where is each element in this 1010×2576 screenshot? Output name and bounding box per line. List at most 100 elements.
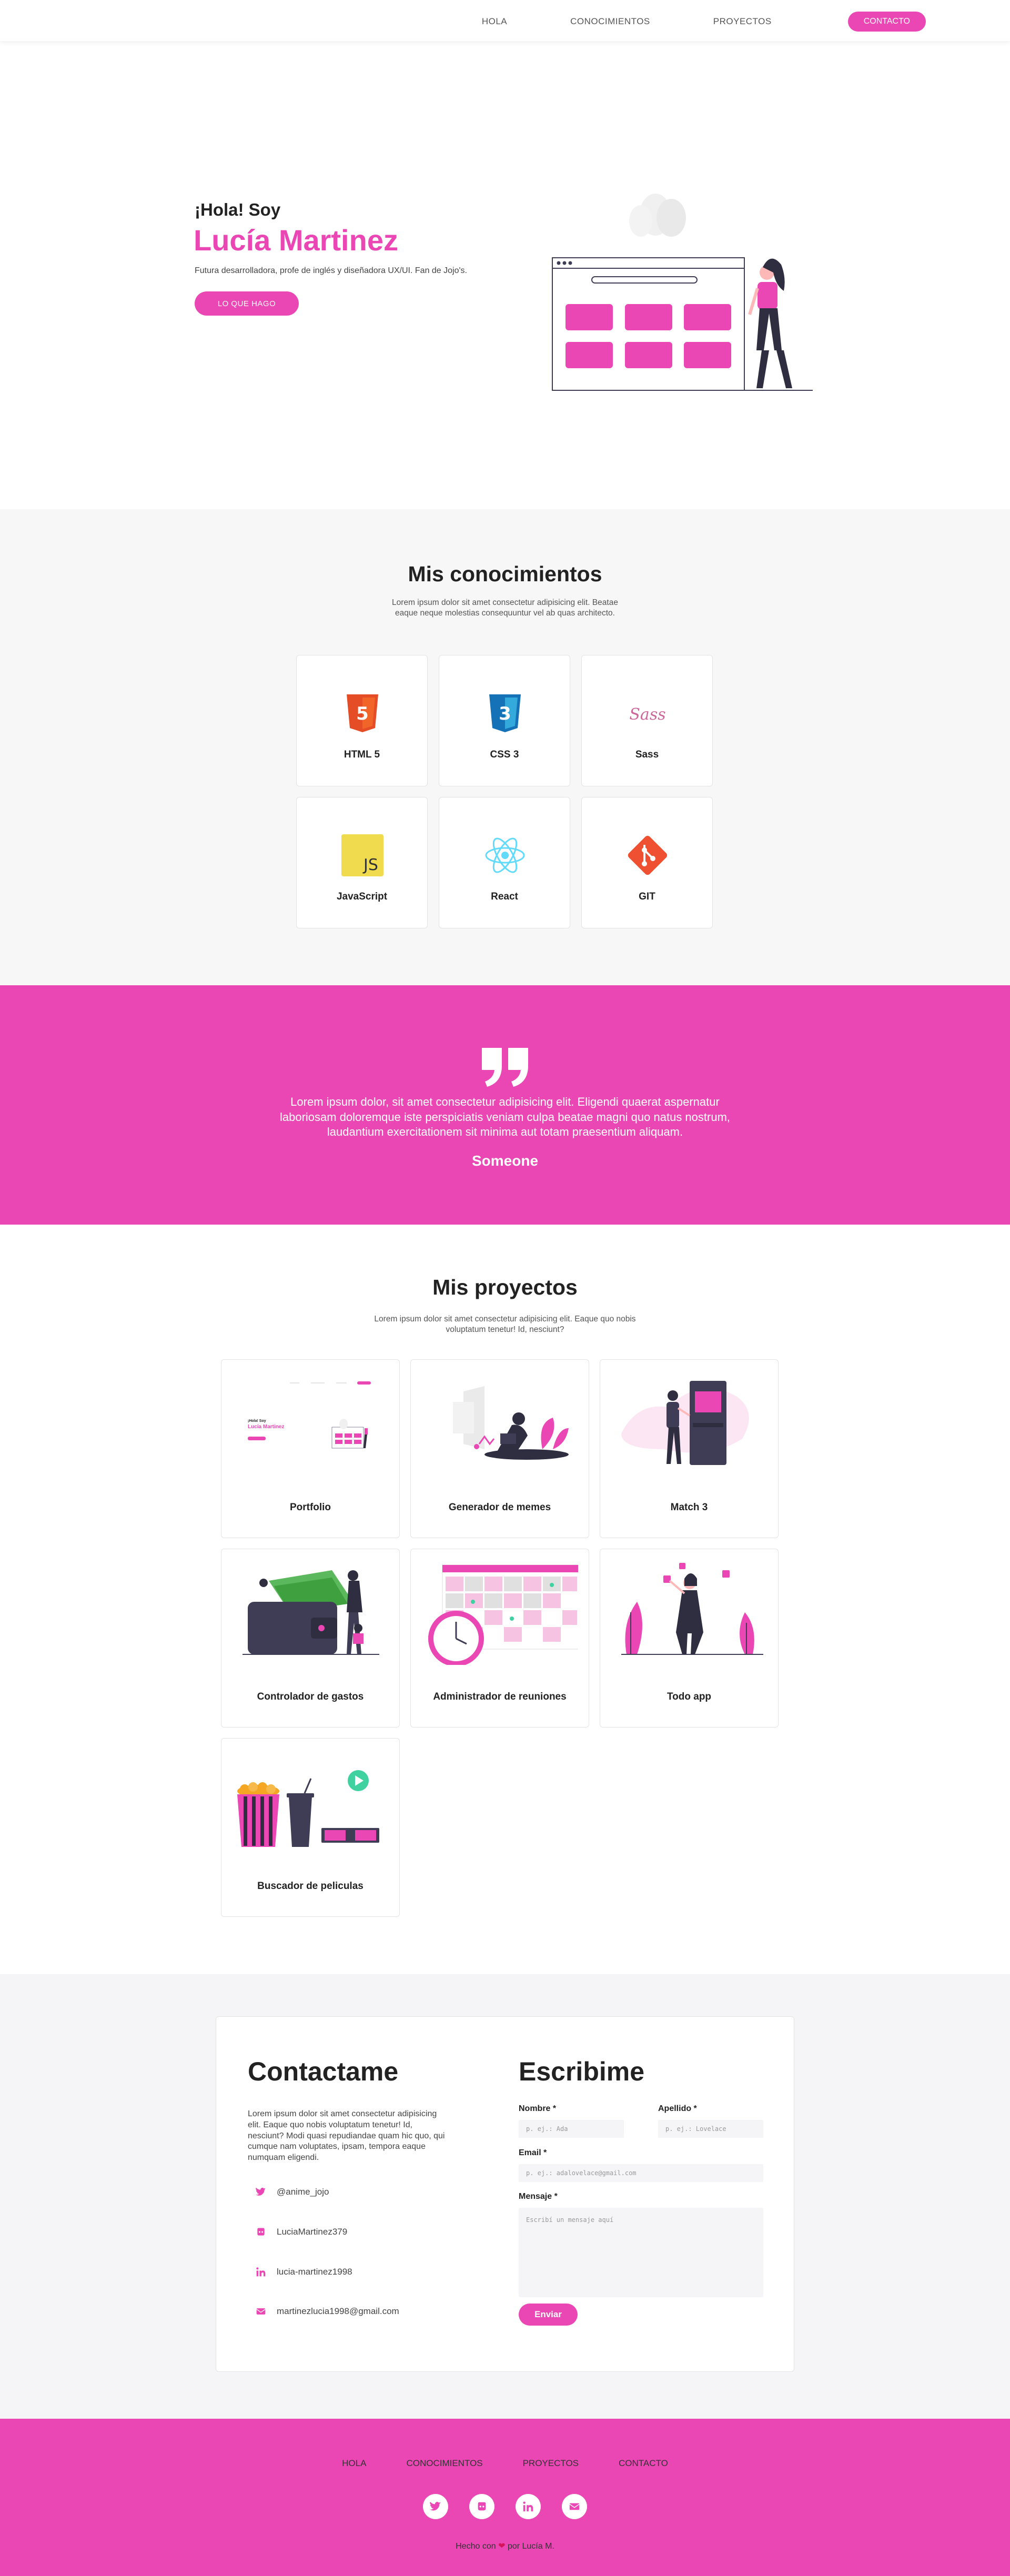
form-title: Escribime (519, 2057, 645, 2086)
contact-linkedin[interactable]: lucia-martinez1998 (256, 2267, 352, 2277)
quote-text: Lorem ipsum dolor, sit amet consectetur … (279, 1095, 731, 1139)
contact-card: Contactame Lorem ipsum dolor sit amet co… (216, 2016, 794, 2372)
react-icon (485, 837, 525, 873)
skill-card-git: GIT (581, 797, 713, 928)
quote-section: Lorem ipsum dolor, sit amet consectetur … (0, 985, 1010, 1225)
top-navbar: HOLA CONOCIMIENTOS PROYECTOS CONTACTO (0, 0, 1010, 41)
mensaje-label: Mensaje * (519, 2192, 558, 2201)
skill-card-javascript: JS JavaScript (296, 797, 428, 928)
portfolio-thumb-greeting: ¡Hola! Soy (248, 1419, 266, 1423)
skill-card-css: 3 CSS 3 (439, 655, 570, 786)
email-input[interactable]: p. ej.: adalovelace@gmail.com (519, 2164, 763, 2182)
envelope-icon (256, 2308, 266, 2315)
svg-text:JS: JS (362, 856, 378, 874)
contact-email-text: martinezlucia1998@gmail.com (277, 2306, 399, 2316)
skill-card-react: React (439, 797, 570, 928)
github-icon (257, 2228, 265, 2236)
todo-thumbnail (621, 1563, 763, 1655)
footer-github-button[interactable] (469, 2494, 494, 2519)
send-button[interactable]: Enviar (519, 2304, 578, 2326)
project-card-todo[interactable]: Todo app (600, 1549, 779, 1728)
apellido-label: Apellido * (658, 2104, 697, 2113)
project-label: Generador de memes (448, 1502, 551, 1513)
git-icon (628, 835, 668, 875)
envelope-icon (569, 2503, 580, 2510)
footer-link-contacto[interactable]: CONTACTO (619, 2458, 668, 2469)
nav-links: HOLA CONOCIMIENTOS PROYECTOS CONTACTO (482, 12, 926, 32)
hero-section: ¡Hola! Soy Lucía Martinez Futura desarro… (0, 41, 1010, 509)
skills-title: Mis conocimientos (408, 562, 602, 586)
projects-section: Mis proyectos Lorem ipsum dolor sit amet… (0, 1225, 1010, 1974)
email-label: Email * (519, 2148, 547, 2157)
quote-author: Someone (471, 1153, 539, 1169)
project-card-gastos[interactable]: Controlador de gastos (221, 1549, 400, 1728)
footer-credit-prefix: Hecho con (456, 2542, 496, 2551)
linkedin-icon (256, 2267, 266, 2277)
footer-link-hola[interactable]: HOLA (342, 2458, 366, 2469)
skill-label: GIT (639, 891, 655, 902)
contact-twitter-text: @anime_jojo (277, 2187, 329, 2197)
skills-description: Lorem ipsum dolor sit amet consectetur a… (392, 598, 618, 618)
skill-card-sass: Sass Sass (581, 655, 713, 786)
twitter-icon (256, 2187, 266, 2196)
quote-icon (482, 1048, 528, 1087)
hero-name: Lucía Martinez (194, 224, 398, 257)
project-label: Controlador de gastos (257, 1691, 364, 1702)
contact-twitter[interactable]: @anime_jojo (256, 2187, 329, 2197)
peliculas-thumbnail (237, 1770, 379, 1847)
contact-github-text: LuciaMartinez379 (277, 2227, 348, 2237)
heart-icon: ❤ (498, 2542, 506, 2551)
nav-link-conocimientos[interactable]: CONOCIMIENTOS (570, 16, 650, 27)
css3-icon: 3 (489, 694, 521, 732)
portfolio-thumbnail: ¡Hola! Soy Lucía Martinez (248, 1381, 371, 1449)
skill-label: React (491, 891, 518, 902)
footer-email-button[interactable] (562, 2494, 587, 2519)
footer-links: HOLA CONOCIMIENTOS PROYECTOS CONTACTO (0, 2458, 1010, 2469)
hero-subtitle: Futura desarrolladora, profe de inglés y… (195, 266, 467, 275)
projects-title: Mis proyectos (432, 1275, 578, 1299)
project-card-reuniones[interactable]: Administrador de reuniones (410, 1549, 589, 1728)
svg-text:3: 3 (499, 703, 511, 724)
match3-thumbnail (621, 1381, 749, 1465)
contact-description: Lorem ipsum dolor sit amet consectetur a… (248, 2109, 445, 2163)
twitter-icon (430, 2501, 441, 2511)
gastos-thumbnail (243, 1570, 379, 1655)
html5-icon: 5 (347, 694, 378, 732)
contact-github[interactable]: LuciaMartinez379 (256, 2227, 347, 2237)
contact-title: Contactame (248, 2057, 399, 2086)
contact-email[interactable]: martinezlucia1998@gmail.com (256, 2306, 399, 2317)
nombre-label: Nombre * (519, 2104, 557, 2113)
footer-linkedin-button[interactable] (516, 2494, 541, 2519)
nav-link-hola[interactable]: HOLA (482, 16, 507, 27)
footer-twitter-button[interactable] (423, 2494, 448, 2519)
footer-link-proyectos[interactable]: PROYECTOS (523, 2458, 579, 2469)
apellido-input[interactable]: p. ej.: Lovelace (658, 2120, 763, 2138)
hero-illustration (552, 194, 813, 391)
project-card-portfolio[interactable]: ¡Hola! Soy Lucía Martinez Portfolio (221, 1359, 400, 1538)
project-card-match3[interactable]: Match 3 (600, 1359, 779, 1538)
project-label: Administrador de reuniones (433, 1691, 567, 1702)
nav-link-proyectos[interactable]: PROYECTOS (713, 16, 772, 27)
hero-greeting: ¡Hola! Soy (195, 200, 281, 219)
footer: HOLA CONOCIMIENTOS PROYECTOS CONTACTO He… (0, 2419, 1010, 2576)
project-label: Match 3 (670, 1502, 708, 1513)
nav-contact-button[interactable]: CONTACTO (847, 12, 926, 32)
project-card-memes[interactable]: Generador de memes (410, 1359, 589, 1538)
svg-text:5: 5 (356, 703, 369, 724)
reuniones-thumbnail (428, 1564, 578, 1665)
project-card-peliculas[interactable]: Buscador de peliculas (221, 1738, 400, 1917)
github-icon (478, 2502, 486, 2511)
footer-socials (0, 2494, 1010, 2519)
contact-linkedin-text: lucia-martinez1998 (277, 2267, 352, 2277)
svg-text:Sass: Sass (629, 705, 665, 724)
memes-thumbnail (453, 1386, 569, 1460)
footer-link-conocimientos[interactable]: CONOCIMIENTOS (406, 2458, 482, 2469)
hero-cta-button[interactable]: LO QUE HAGO (195, 291, 299, 316)
project-label: Todo app (666, 1691, 712, 1702)
skills-section: Mis conocimientos Lorem ipsum dolor sit … (0, 509, 1010, 985)
skill-label: JavaScript (336, 891, 388, 902)
project-label: Portfolio (289, 1502, 331, 1513)
contact-section: Contactame Lorem ipsum dolor sit amet co… (0, 1974, 1010, 2419)
mensaje-textarea[interactable]: Escribí un mensaje aquí (519, 2208, 763, 2297)
nombre-input[interactable]: p. ej.: Ada (519, 2120, 624, 2138)
